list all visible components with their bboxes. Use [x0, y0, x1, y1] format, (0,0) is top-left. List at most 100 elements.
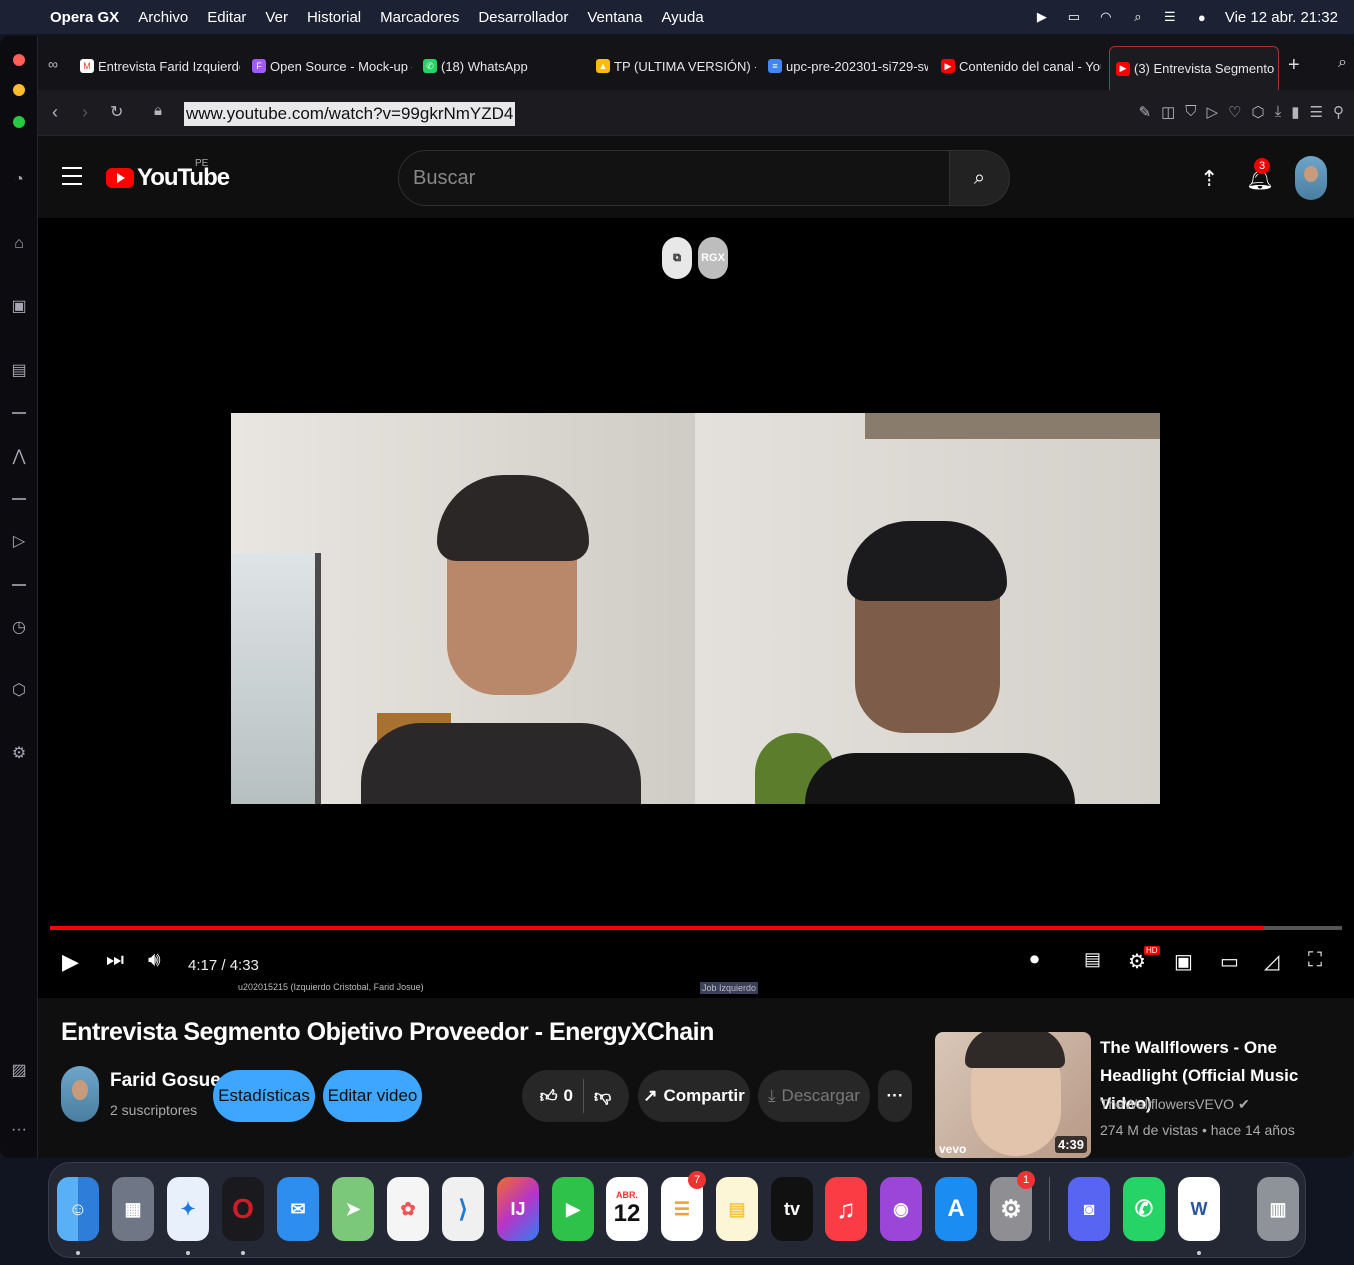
stats-button[interactable]: Estadísticas [213, 1070, 315, 1122]
trash-icon[interactable]: ▥ [1257, 1177, 1299, 1241]
control-center-icon[interactable]: ☰ [1161, 9, 1179, 25]
menu-historial[interactable]: Historial [307, 9, 361, 26]
word-icon[interactable]: W [1178, 1177, 1220, 1241]
whatsapp-dock-icon[interactable]: ✆ [1123, 1177, 1165, 1241]
close-window-button[interactable] [13, 54, 25, 66]
podcasts-icon[interactable]: ◉ [880, 1177, 922, 1241]
upload-icon[interactable]: ⇡ [1200, 166, 1218, 192]
volume-icon[interactable]: 🔊︎ [148, 949, 161, 972]
edit-video-button[interactable]: Editar video [323, 1070, 422, 1122]
autoplay-toggle[interactable]: ⏺︎ [1030, 949, 1039, 970]
next-icon[interactable]: ⏭︎ [106, 949, 124, 972]
photos-icon[interactable]: ✿ [387, 1177, 429, 1241]
recommended-channel[interactable]: TheWallflowersVEVO ✔ [1100, 1096, 1250, 1113]
battery-icon[interactable]: ▭ [1065, 9, 1083, 25]
extensions-icon[interactable]: ⬡ [8, 679, 30, 701]
video-player[interactable]: ⧉ RGX ▶ ⏭︎ 🔊︎ 4:17 / 4:33 u202015215 (Iz… [38, 218, 1354, 998]
tab-entrevista-gmail[interactable]: M Entrevista Farid Izquierdo(RC [80, 52, 240, 80]
more-icon[interactable]: ··· [8, 1119, 30, 1141]
channel-avatar[interactable] [61, 1066, 99, 1122]
url-field[interactable]: www.youtube.com/watch?v=99gkrNmYZD4 [184, 102, 516, 126]
app-store-icon[interactable]: A [935, 1177, 977, 1241]
forward-button[interactable]: › [82, 102, 88, 123]
vscode-icon[interactable]: ⟩ [442, 1177, 484, 1241]
channel-name[interactable]: Farid Gosue [110, 1070, 221, 1092]
menubar-datetime[interactable]: Vie 12 abr. 21:32 [1225, 9, 1338, 26]
siri-icon[interactable]: ● [1193, 9, 1211, 25]
tab-active-youtube-video[interactable]: ▶ (3) Entrevista Segmento Obj [1109, 46, 1279, 90]
intellij-icon[interactable]: IJ [497, 1177, 539, 1241]
menu-ayuda[interactable]: Ayuda [661, 9, 703, 26]
shield-icon[interactable]: ⛉ [1185, 103, 1196, 121]
apple-tv-icon[interactable]: tv [771, 1177, 813, 1241]
progress-bar[interactable] [50, 926, 1342, 930]
download-button[interactable]: ⤓ Descargar [758, 1070, 870, 1122]
minimize-window-button[interactable] [13, 84, 25, 96]
twitch-icon[interactable]: ▣ [8, 295, 30, 317]
settings-icon[interactable]: ⚙ [8, 742, 30, 764]
send-icon[interactable]: ▷ [1207, 103, 1219, 121]
launchpad-icon[interactable]: ▦ [112, 1177, 154, 1241]
account-avatar[interactable] [1295, 156, 1327, 200]
reload-button[interactable]: ↻ [110, 102, 123, 122]
search-button[interactable]: ⌕ [950, 150, 1010, 206]
like-icon[interactable]: 👍︎ [540, 1086, 558, 1107]
menu-archivo[interactable]: Archivo [138, 9, 188, 26]
edit-icon[interactable]: ✎ [1139, 103, 1152, 121]
picture-in-picture-ext-button[interactable]: ⧉ [662, 237, 692, 279]
youtube-logo[interactable]: YouTube PE [106, 158, 230, 192]
cube-icon[interactable]: ⬡ [1252, 103, 1265, 121]
notes-icon[interactable]: ▤ [716, 1177, 758, 1241]
rgx-ext-button[interactable]: RGX [698, 237, 728, 279]
calendar-icon[interactable]: ABR. 12 [606, 1177, 648, 1241]
tab-figma[interactable]: F Open Source - Mock-up – Fi [252, 52, 412, 80]
more-actions-button[interactable]: ··· [878, 1070, 912, 1122]
tab-google-drive[interactable]: ▲ TP (ULTIMA VERSIÓN) - Goo [596, 52, 756, 80]
download-icon[interactable]: ⤓ [1275, 103, 1282, 121]
profile-icon[interactable]: ⚲ [1333, 103, 1344, 121]
menu-ver[interactable]: Ver [265, 9, 288, 26]
menu-editar[interactable]: Editar [207, 9, 246, 26]
hamburger-menu-icon[interactable] [62, 167, 82, 191]
tab-island-icon[interactable]: ∞ [48, 56, 58, 72]
menu-desarrollador[interactable]: Desarrollador [478, 9, 568, 26]
gallery-icon[interactable]: ▨ [8, 1059, 30, 1081]
menu-marcadores[interactable]: Marcadores [380, 9, 459, 26]
recommended-thumbnail[interactable]: vevo 4:39 [935, 1032, 1091, 1158]
battery-saver-icon[interactable]: ▮ [1291, 103, 1299, 121]
maps-icon[interactable]: ➤ [332, 1177, 374, 1241]
fullscreen-icon[interactable]: ⛶ [1308, 949, 1322, 972]
discord-icon[interactable]: ◙ [1068, 1177, 1110, 1241]
tab-google-docs[interactable]: ≡ upc-pre-202301-si729-sw51 [768, 52, 928, 80]
miniplayer-icon[interactable]: ▣ [1174, 949, 1193, 974]
heart-icon[interactable]: ♡ [1228, 103, 1241, 121]
finder-icon[interactable]: ☺ [57, 1177, 99, 1241]
wifi-icon[interactable]: ◠ [1097, 9, 1115, 25]
mail-icon[interactable]: ✉ [277, 1177, 319, 1241]
opera-gx-icon[interactable]: O [222, 1177, 264, 1241]
spotlight-search-icon[interactable]: ⌕ [1129, 9, 1147, 25]
maximize-window-button[interactable] [13, 116, 25, 128]
back-button[interactable]: ‹ [52, 102, 58, 123]
tab-youtube-studio[interactable]: ▶ Contenido del canal - YouTub [941, 52, 1101, 80]
like-count[interactable]: 0 [564, 1086, 573, 1106]
safari-icon[interactable]: ✦ [167, 1177, 209, 1241]
share-button[interactable]: ↗ Compartir [638, 1070, 750, 1122]
menu-icon[interactable]: ☰ [1310, 103, 1323, 121]
music-icon[interactable]: ♫ [825, 1177, 867, 1241]
menu-app-name[interactable]: Opera GX [50, 9, 119, 26]
aria-icon[interactable]: ⋀ [8, 445, 30, 467]
facetime-icon[interactable]: ▶ [552, 1177, 594, 1241]
gx-corner-icon[interactable]: ⌂ [8, 233, 30, 255]
theater-mode-icon[interactable]: ▭ [1220, 949, 1239, 974]
history-icon[interactable]: ◷ [8, 616, 30, 638]
tab-search-icon[interactable]: ⌕ [1338, 54, 1347, 72]
tab-whatsapp[interactable]: ✆ (18) WhatsApp [423, 52, 583, 80]
gx-control-icon[interactable]: ▤ [8, 359, 30, 381]
cast-icon[interactable]: ◿ [1264, 949, 1279, 974]
play-circle-icon[interactable]: ▶ [1033, 9, 1051, 25]
subtitles-icon[interactable]: ▤ [1084, 949, 1101, 970]
dislike-icon[interactable]: 👎︎ [594, 1086, 611, 1107]
camera-icon[interactable]: ◫ [1161, 103, 1175, 121]
search-input[interactable] [399, 151, 949, 205]
